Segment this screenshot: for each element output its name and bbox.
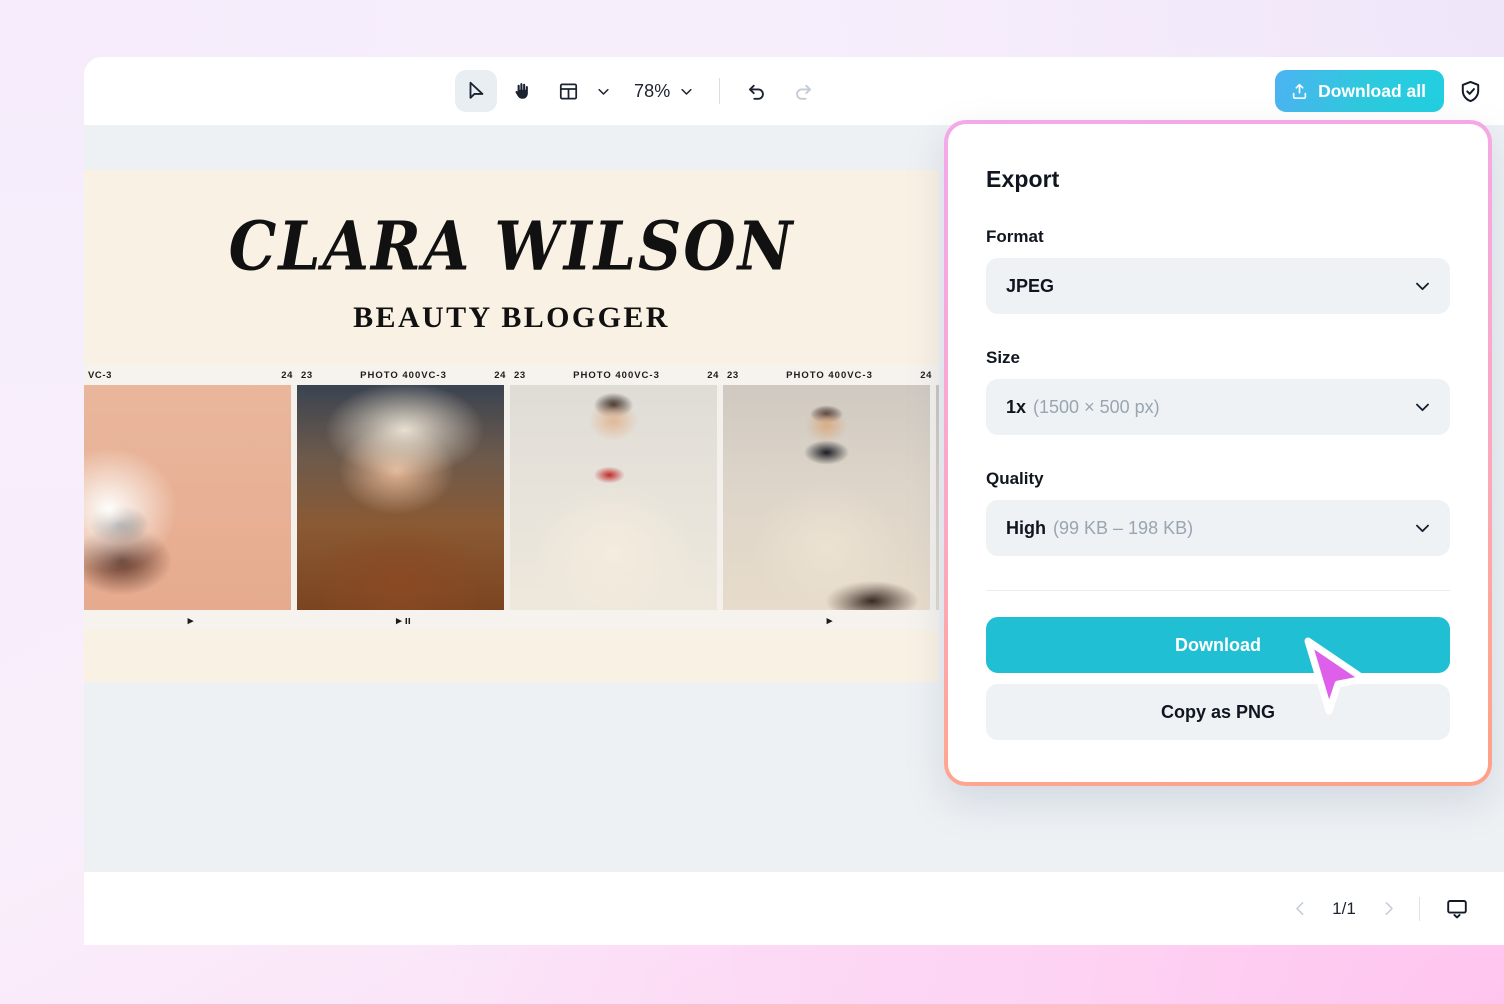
download-all-label: Download all — [1318, 81, 1426, 102]
redo-button[interactable] — [782, 70, 824, 112]
film-left-label: 23 — [514, 370, 526, 381]
cursor-arrow-icon — [465, 80, 487, 102]
download-all-button[interactable]: Download all — [1275, 70, 1444, 112]
chevron-down-icon — [1413, 277, 1432, 296]
chevron-down-icon — [679, 84, 694, 99]
quality-value: High (99 KB – 198 KB) — [1006, 518, 1193, 539]
chevron-down-icon — [596, 84, 611, 99]
zoom-control-group: 78% — [620, 73, 699, 109]
quality-value-filesize: (99 KB – 198 KB) — [1053, 518, 1193, 539]
size-value-dimensions: (1500 × 500 px) — [1033, 397, 1160, 418]
export-panel-inner: Export Format JPEG Size 1x (1500 × 500 p… — [948, 124, 1488, 782]
bottom-bar-divider — [1419, 897, 1420, 921]
film-bottom-mark: ▸ — [827, 614, 833, 627]
filmstrip-frames — [84, 385, 939, 610]
design-subtitle[interactable]: BEAUTY BLOGGER — [84, 301, 939, 335]
filmstrip-bottom-marks: ▸ ▸ ıı ▸ ▸ ıı — [84, 610, 939, 630]
format-label: Format — [986, 227, 1450, 247]
film-segment: 23 PHOTO 400VC-3 24 — [723, 370, 936, 381]
zoom-dropdown-button[interactable] — [673, 73, 699, 109]
toolbar-tools: 78% — [455, 57, 824, 125]
film-segment: 23 PHOTO 400VC-3 24 — [510, 370, 723, 381]
toolbar-divider — [719, 78, 720, 104]
filmstrip-top-labels: VC-3 24 23 PHOTO 400VC-3 24 23 PHOTO 400… — [84, 365, 939, 385]
previous-page-button[interactable] — [1283, 892, 1317, 926]
layout-dropdown-button[interactable] — [590, 73, 616, 109]
next-page-button[interactable] — [1371, 892, 1405, 926]
filmstrip-top-marks: VC-3 24 23 PHOTO 400VC-3 24 23 PHOTO 400… — [84, 365, 939, 385]
film-mid-label: PHOTO 400VC-3 — [573, 370, 660, 381]
present-button[interactable] — [1438, 892, 1476, 926]
page-indicator: 1/1 — [1321, 899, 1367, 919]
chevron-right-icon — [1380, 900, 1397, 917]
format-select[interactable]: JPEG — [986, 258, 1450, 314]
film-segment: 23 PH — [936, 370, 939, 381]
redo-icon — [792, 80, 814, 102]
undo-icon — [746, 80, 768, 102]
film-segment: 23 PHOTO 400VC-3 24 — [297, 370, 510, 381]
filmstrip-bottom-mark-row: ▸ ▸ ıı ▸ ▸ ıı — [84, 610, 939, 630]
panel-divider — [986, 590, 1450, 591]
hand-tool-button[interactable] — [501, 70, 543, 112]
download-button[interactable]: Download — [986, 617, 1450, 673]
film-segment: VC-3 24 — [84, 370, 297, 381]
chevron-down-icon — [1413, 398, 1432, 417]
film-mid-label: PHOTO 400VC-3 — [360, 370, 447, 381]
layout-tool-group — [547, 70, 616, 112]
format-value-text: JPEG — [1006, 276, 1054, 297]
toolbar: 78% — [84, 57, 1504, 125]
quality-select[interactable]: High (99 KB – 198 KB) — [986, 500, 1450, 556]
undo-button[interactable] — [736, 70, 778, 112]
quality-value-level: High — [1006, 518, 1046, 539]
copy-as-png-button[interactable]: Copy as PNG — [986, 684, 1450, 740]
film-mark-segment: ▸ — [84, 614, 297, 627]
hand-icon — [511, 80, 533, 102]
photo-frame[interactable] — [297, 385, 504, 610]
filmstrip[interactable]: VC-3 24 23 PHOTO 400VC-3 24 23 PHOTO 400… — [84, 365, 939, 630]
film-mark-segment: ▸ ıı — [936, 614, 939, 627]
film-right-label: 24 — [281, 370, 293, 381]
layout-tool-button[interactable] — [547, 70, 589, 112]
shield-check-button[interactable] — [1450, 71, 1490, 111]
zoom-level-label[interactable]: 78% — [620, 81, 672, 102]
photo-frame[interactable] — [510, 385, 717, 610]
layout-grid-icon — [558, 81, 579, 102]
export-panel: Export Format JPEG Size 1x (1500 × 500 p… — [944, 120, 1492, 786]
select-tool-button[interactable] — [455, 70, 497, 112]
size-value: 1x (1500 × 500 px) — [1006, 397, 1160, 418]
film-left-label: VC-3 — [88, 370, 112, 381]
photo-frame[interactable] — [723, 385, 930, 610]
bottom-bar: 1/1 — [84, 871, 1504, 945]
film-mid-label: PHOTO 400VC-3 — [786, 370, 873, 381]
chevron-left-icon — [1292, 900, 1309, 917]
film-right-label: 24 — [707, 370, 719, 381]
format-value: JPEG — [1006, 276, 1054, 297]
chevron-down-icon — [1413, 519, 1432, 538]
artboard[interactable]: CLARA WILSON BEAUTY BLOGGER VC-3 24 23 P… — [84, 170, 939, 682]
film-left-label: 23 — [301, 370, 313, 381]
film-bottom-mark: ▸ — [188, 614, 194, 627]
film-bottom-mark: ▸ ıı — [396, 614, 411, 627]
photo-frame[interactable] — [84, 385, 291, 610]
film-mark-segment: ▸ ıı — [297, 614, 510, 627]
toolbar-right-actions: Download all — [1275, 57, 1490, 125]
export-panel-title: Export — [986, 166, 1450, 193]
upload-icon — [1290, 82, 1309, 101]
quality-label: Quality — [986, 469, 1450, 489]
shield-check-icon — [1458, 79, 1483, 104]
film-right-label: 24 — [494, 370, 506, 381]
size-select[interactable]: 1x (1500 × 500 px) — [986, 379, 1450, 435]
design-title[interactable]: CLARA WILSON — [84, 208, 939, 286]
present-screen-icon — [1444, 896, 1470, 922]
film-right-label: 24 — [920, 370, 932, 381]
film-mark-segment: ▸ — [723, 614, 936, 627]
photo-frame[interactable] — [936, 385, 939, 610]
size-label: Size — [986, 348, 1450, 368]
size-value-multiplier: 1x — [1006, 397, 1026, 418]
film-left-label: 23 — [727, 370, 739, 381]
